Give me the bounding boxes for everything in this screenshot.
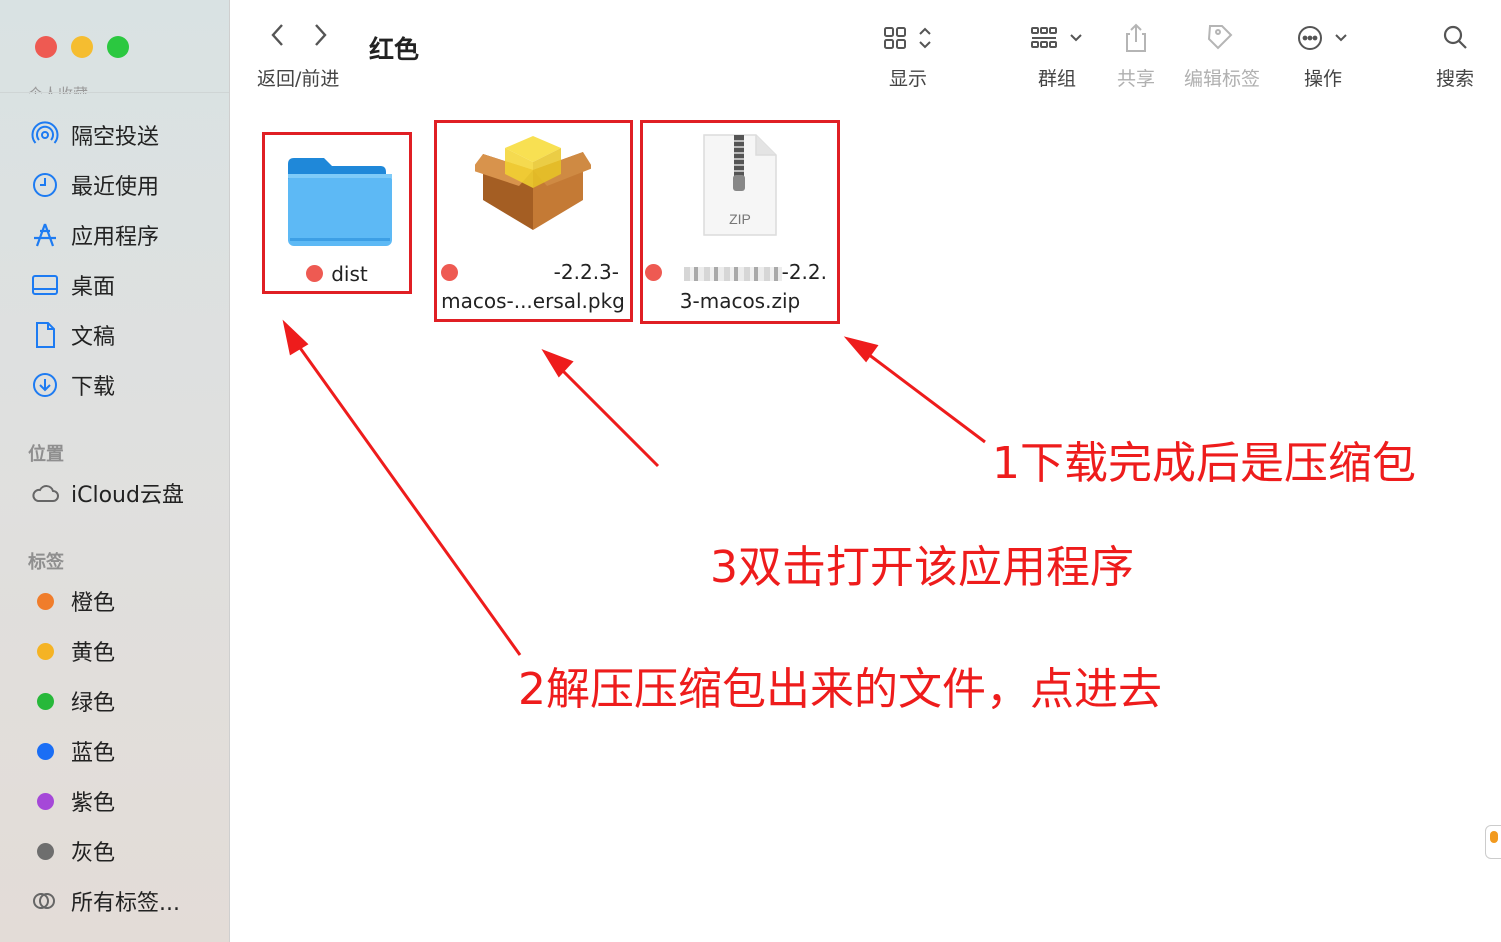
arrow-head-pkg [541,349,574,378]
annotation-step3: 3双击打开该应用程序 [710,542,1134,593]
annotation-step2: 2解压压缩包出来的文件，点进去 [518,664,1162,715]
annotation-step1: 1下载完成后是压缩包 [992,438,1416,489]
arrow-to-pkg [554,362,660,468]
arrow-to-folder [291,337,522,656]
badge-icon [1490,831,1498,843]
arrow-head-folder [282,319,309,356]
arrow-to-zip [859,346,986,444]
edge-widget[interactable] [1485,825,1501,859]
